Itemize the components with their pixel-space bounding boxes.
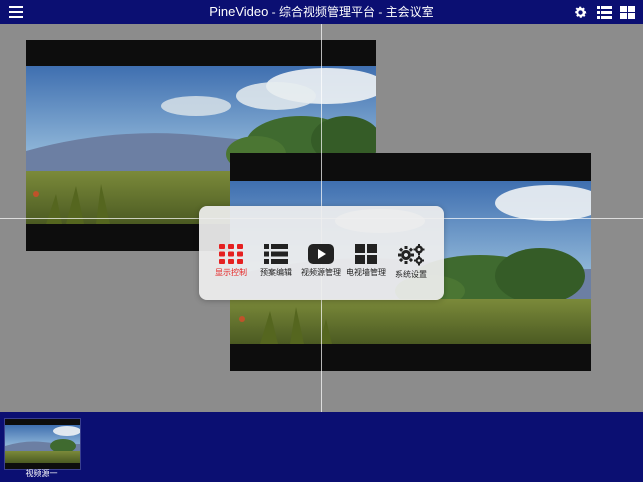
video-wall-canvas[interactable]: 显示控制 预案编辑 视频源管理 电视墙管理 系统设置 bbox=[0, 24, 643, 412]
play-button-icon bbox=[308, 244, 334, 264]
video-source-bar: 视频源一 bbox=[0, 412, 643, 482]
window-title: PineVideo - 综合视频管理平台 - 主会议室 bbox=[0, 4, 643, 20]
four-square-grid-icon bbox=[355, 244, 377, 264]
video-source-preview bbox=[5, 419, 80, 469]
grid-icon[interactable] bbox=[619, 4, 635, 20]
video-source-thumbnail[interactable] bbox=[4, 418, 81, 470]
gear-icon[interactable] bbox=[572, 4, 588, 20]
brand-name: PineVideo bbox=[209, 4, 269, 19]
menu-item-label: 系统设置 bbox=[395, 270, 427, 279]
video-source-label: 视频源一 bbox=[25, 469, 58, 478]
list-icon[interactable] bbox=[596, 4, 612, 20]
list-icon bbox=[264, 244, 288, 264]
page-subtitle: - 综合视频管理平台 - 主会议室 bbox=[268, 5, 434, 19]
dot-grid-icon bbox=[219, 244, 243, 264]
gears-icon bbox=[398, 244, 425, 266]
menu-item-system-settings[interactable]: 系统设置 bbox=[384, 244, 438, 280]
function-menu-popup: 显示控制 预案编辑 视频源管理 电视墙管理 系统设置 bbox=[199, 206, 444, 300]
top-bar: PineVideo - 综合视频管理平台 - 主会议室 bbox=[0, 0, 643, 24]
